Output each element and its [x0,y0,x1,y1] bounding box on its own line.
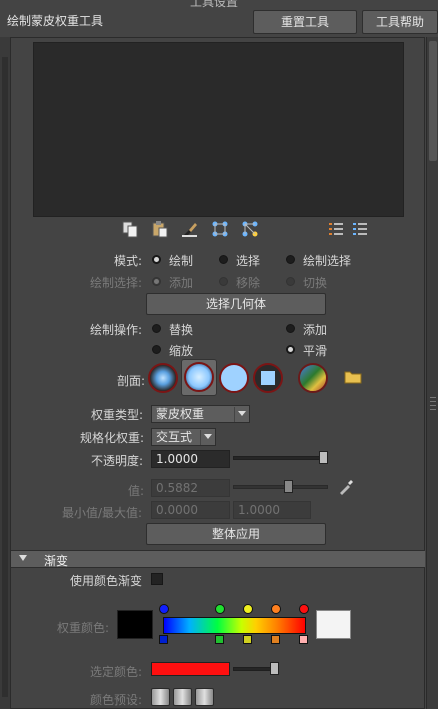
paint-op-scale-label: 缩放 [169,344,194,358]
ramp-marker[interactable] [271,604,281,614]
gradient-section-title: 渐变 [44,554,69,568]
color-preset-button[interactable] [195,688,214,706]
color-preset-button[interactable] [173,688,192,706]
mode-label: 模式: [114,254,143,268]
paint-select-remove-label: 移除 [236,276,261,290]
ramp-marker[interactable] [159,604,169,614]
use-color-ramp-label: 使用颜色渐变 [70,574,143,588]
weight-color-low-swatch[interactable] [117,610,153,639]
mode-select-radio[interactable] [219,255,228,264]
paint-op-replace-label: 替换 [169,323,194,337]
paste-icon[interactable] [151,220,169,238]
profile-label: 剖面: [117,374,146,388]
max-value-field[interactable]: 1.0000 [233,501,311,519]
opacity-slider-handle[interactable] [319,451,328,464]
mode-select-label: 选择 [236,254,261,268]
left-gutter [0,37,10,709]
gradient-section-header[interactable] [11,550,425,568]
value-label: 值: [128,484,145,498]
list-detail-icon[interactable] [351,220,369,238]
paint-op-scale-radio[interactable] [152,345,161,354]
tool-help-button[interactable]: 工具帮助 [362,10,438,34]
list-icon[interactable] [327,220,345,238]
paint-operation-label: 绘制操作: [90,323,143,337]
mode-paint-radio[interactable] [152,255,161,264]
image-brush-icon[interactable] [298,363,328,393]
vertical-scrollbar[interactable] [426,37,438,709]
paint-select-add-label: 添加 [169,276,194,290]
paint-op-smooth-radio[interactable] [286,345,295,354]
normalize-weights-value: 交互式 [156,430,193,444]
mode-paint-label: 绘制 [169,254,194,268]
tool-title: 绘制蒙皮权重工具 [7,14,104,28]
paint-select-add-radio[interactable] [152,277,161,286]
color-presets-label: 颜色预设: [90,693,143,707]
selected-color-swatch[interactable] [151,662,230,676]
soft-brush-icon[interactable] [184,362,214,392]
ramp-marker[interactable] [215,604,225,614]
mode-paint-select-label: 绘制选择 [303,254,352,268]
ramp-marker[interactable] [243,604,253,614]
joint-select-icon[interactable] [241,220,259,238]
gaussian-brush-icon[interactable] [148,363,178,393]
opacity-field[interactable]: 1.0000 [151,450,230,468]
paint-op-add-label: 添加 [303,323,328,337]
weight-type-value: 蒙皮权重 [156,407,205,421]
delete-marker-icon[interactable] [299,635,308,644]
paint-select-remove-radio[interactable] [219,277,228,286]
selected-color-slider-handle[interactable] [270,662,279,675]
weight-type-label: 权重类型: [91,408,144,422]
weight-color-label: 权重颜色: [57,621,110,635]
min-value-field[interactable]: 0.0000 [151,501,230,519]
solid-brush-icon[interactable] [219,363,249,393]
ramp-marker-handle[interactable] [215,635,224,644]
influence-list-panel[interactable] [33,42,404,217]
paint-select-label: 绘制选择: [90,276,143,290]
value-field[interactable]: 0.5882 [151,479,230,497]
chevron-down-icon [238,411,246,416]
folder-icon[interactable] [344,370,362,384]
select-geometry-button[interactable]: 选择几何体 [146,293,326,315]
use-color-ramp-checkbox[interactable] [151,573,163,585]
min-max-label: 最小值/最大值: [62,506,143,520]
opacity-slider-track[interactable] [233,456,328,460]
ramp-marker-handle[interactable] [271,635,280,644]
joint-icon[interactable] [211,220,229,238]
ramp-marker[interactable] [299,604,309,614]
weight-type-dropdown[interactable]: 蒙皮权重 [151,405,250,423]
normalize-weights-dropdown[interactable]: 交互式 [151,428,216,446]
brush-icon[interactable] [181,220,199,238]
flood-button[interactable]: 整体应用 [146,523,326,545]
opacity-label: 不透明度: [91,454,144,468]
chevron-down-icon [204,434,212,439]
ramp-marker-handle[interactable] [243,635,252,644]
selected-color-label: 选定颜色: [90,665,143,679]
reset-tool-button[interactable]: 重置工具 [253,10,357,34]
paint-select-toggle-radio[interactable] [286,277,295,286]
normalize-weights-label: 规格化权重: [80,431,145,445]
scrollbar-thumb[interactable] [429,41,437,161]
color-preset-button[interactable] [151,688,170,706]
weight-color-ramp[interactable] [163,617,306,634]
weight-color-high-swatch[interactable] [316,610,351,639]
paint-op-replace-radio[interactable] [152,324,161,333]
paint-op-add-radio[interactable] [286,324,295,333]
paint-op-smooth-label: 平滑 [303,344,328,358]
copy-icon[interactable] [121,220,139,238]
value-slider-track[interactable] [233,485,328,489]
mode-paint-select-radio[interactable] [286,255,295,264]
eyedropper-icon[interactable] [337,478,355,496]
collapse-arrow-icon[interactable] [19,555,27,561]
paint-select-toggle-label: 切换 [303,276,328,290]
value-slider-handle[interactable] [283,480,293,493]
ramp-marker-handle[interactable] [159,635,168,644]
panel-title-fragment: 工具设置 [190,0,239,9]
square-brush-icon[interactable] [253,363,283,393]
